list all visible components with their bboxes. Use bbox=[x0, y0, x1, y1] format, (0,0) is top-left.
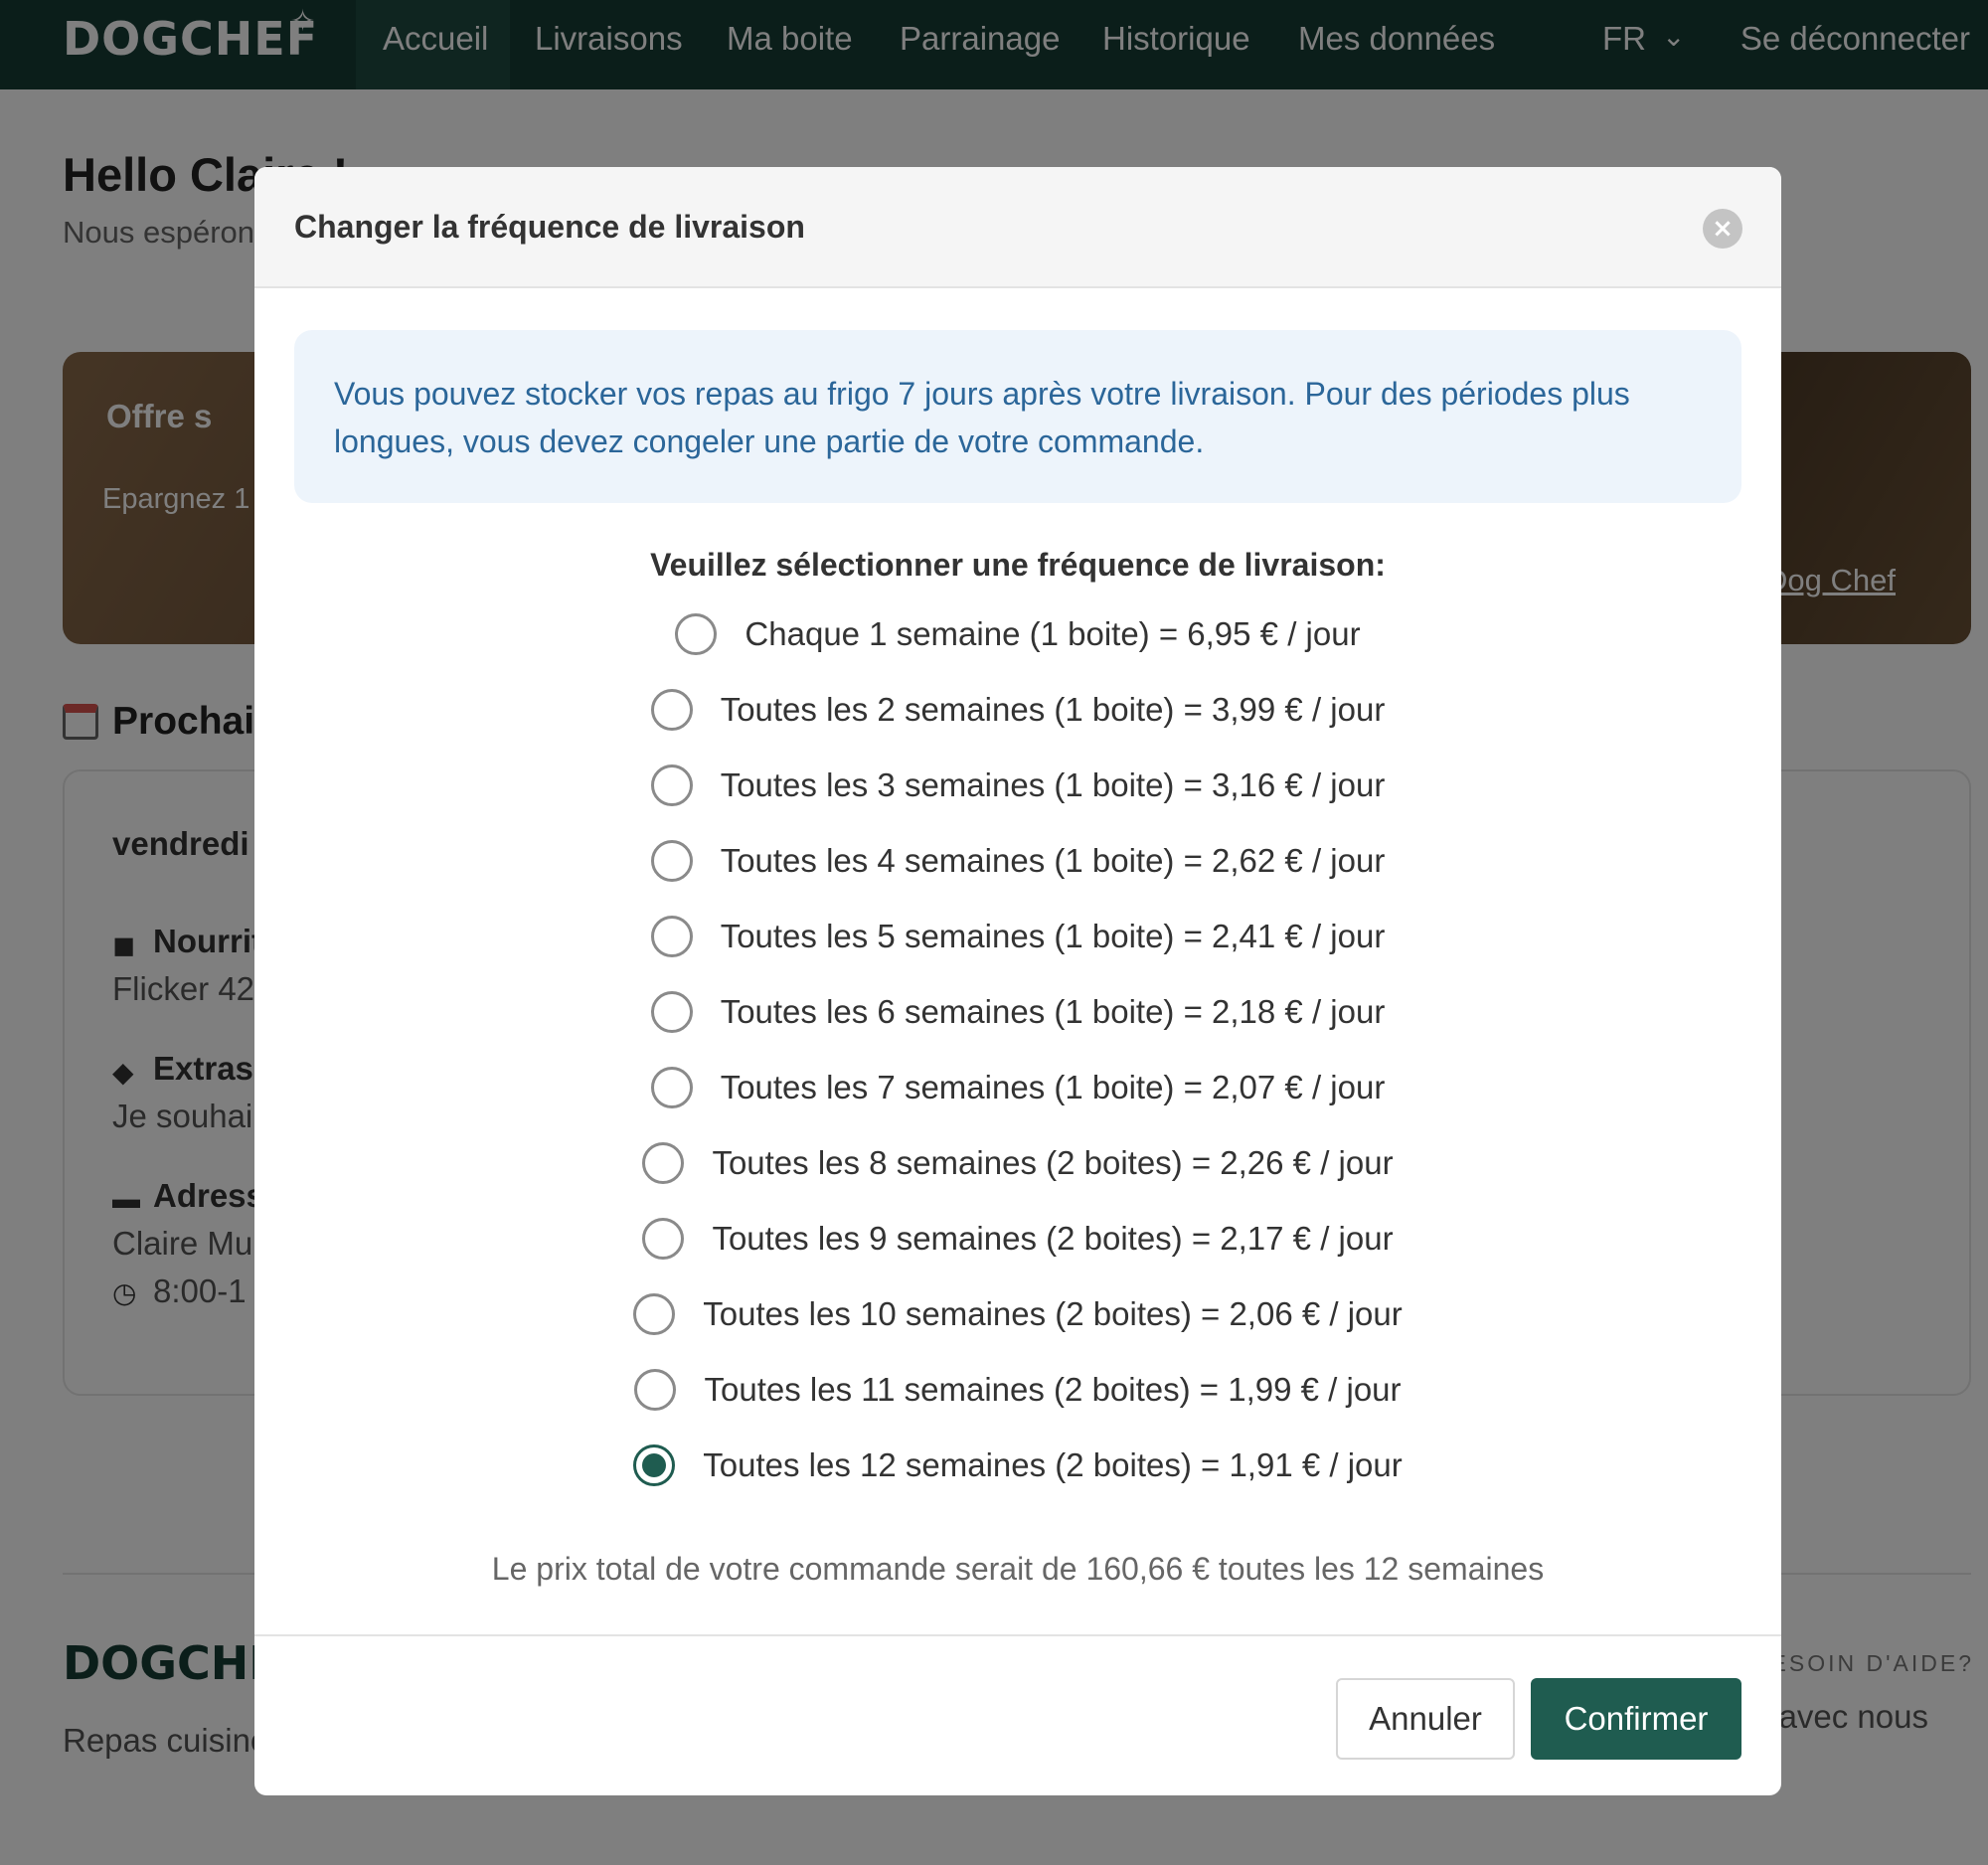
frequency-option-label[interactable]: Toutes les 2 semaines (1 boite) = 3,99 €… bbox=[721, 691, 1386, 729]
frequency-option-label[interactable]: Toutes les 6 semaines (1 boite) = 2,18 €… bbox=[721, 993, 1386, 1031]
frequency-option[interactable]: Toutes les 6 semaines (1 boite) = 2,18 €… bbox=[254, 974, 1781, 1050]
frequency-prompt: Veuillez sélectionner une fréquence de l… bbox=[650, 547, 1386, 583]
radio-checked-icon[interactable] bbox=[633, 1444, 676, 1486]
radio-icon[interactable] bbox=[634, 1369, 677, 1411]
frequency-option[interactable]: Toutes les 5 semaines (1 boite) = 2,41 €… bbox=[254, 899, 1781, 974]
frequency-option[interactable]: Toutes les 2 semaines (1 boite) = 3,99 €… bbox=[254, 672, 1781, 748]
radio-icon[interactable] bbox=[675, 613, 718, 655]
frequency-option[interactable]: Toutes les 3 semaines (1 boite) = 3,16 €… bbox=[254, 748, 1781, 823]
confirm-button[interactable]: Confirmer bbox=[1531, 1678, 1741, 1760]
total-price: Le prix total de votre commande serait d… bbox=[491, 1551, 1545, 1587]
radio-icon[interactable] bbox=[650, 991, 693, 1033]
modal-footer: Annuler Confirmer bbox=[254, 1634, 1781, 1795]
frequency-option[interactable]: Toutes les 10 semaines (2 boites) = 2,06… bbox=[254, 1276, 1781, 1352]
radio-icon[interactable] bbox=[633, 1293, 676, 1335]
modal-title: Changer la fréquence de livraison bbox=[294, 209, 805, 245]
frequency-option-label[interactable]: Toutes les 11 semaines (2 boites) = 1,99… bbox=[704, 1371, 1401, 1409]
frequency-option-label[interactable]: Toutes les 7 semaines (1 boite) = 2,07 €… bbox=[721, 1069, 1386, 1106]
radio-icon[interactable] bbox=[642, 1218, 685, 1260]
radio-icon[interactable] bbox=[650, 689, 693, 731]
close-icon[interactable]: × bbox=[1703, 209, 1742, 249]
radio-icon[interactable] bbox=[650, 764, 693, 806]
frequency-option-label[interactable]: Toutes les 8 semaines (2 boites) = 2,26 … bbox=[712, 1144, 1393, 1182]
frequency-option[interactable]: Toutes les 11 semaines (2 boites) = 1,99… bbox=[254, 1352, 1781, 1428]
frequency-option[interactable]: Toutes les 12 semaines (2 boites) = 1,91… bbox=[254, 1428, 1781, 1503]
frequency-option-label[interactable]: Toutes les 5 semaines (1 boite) = 2,41 €… bbox=[721, 918, 1386, 955]
frequency-option-label[interactable]: Toutes les 9 semaines (2 boites) = 2,17 … bbox=[712, 1220, 1393, 1258]
radio-icon[interactable] bbox=[650, 916, 693, 957]
frequency-option[interactable]: Toutes les 4 semaines (1 boite) = 2,62 €… bbox=[254, 823, 1781, 899]
frequency-modal: Changer la fréquence de livraison × Vous… bbox=[254, 167, 1781, 1795]
cancel-button[interactable]: Annuler bbox=[1336, 1678, 1515, 1760]
frequency-option-label[interactable]: Toutes les 12 semaines (2 boites) = 1,91… bbox=[703, 1446, 1402, 1484]
frequency-option[interactable]: Toutes les 8 semaines (2 boites) = 2,26 … bbox=[254, 1125, 1781, 1201]
frequency-option-label[interactable]: Chaque 1 semaine (1 boite) = 6,95 € / jo… bbox=[745, 615, 1360, 653]
frequency-options: Chaque 1 semaine (1 boite) = 6,95 € / jo… bbox=[254, 596, 1781, 1503]
frequency-option[interactable]: Toutes les 7 semaines (1 boite) = 2,07 €… bbox=[254, 1050, 1781, 1125]
frequency-option[interactable]: Chaque 1 semaine (1 boite) = 6,95 € / jo… bbox=[254, 596, 1781, 672]
radio-icon[interactable] bbox=[650, 1067, 693, 1108]
frequency-option-label[interactable]: Toutes les 3 semaines (1 boite) = 3,16 €… bbox=[721, 766, 1386, 804]
radio-icon[interactable] bbox=[642, 1142, 685, 1184]
frequency-option-label[interactable]: Toutes les 10 semaines (2 boites) = 2,06… bbox=[703, 1295, 1402, 1333]
info-alert: Vous pouvez stocker vos repas au frigo 7… bbox=[294, 330, 1741, 503]
radio-icon[interactable] bbox=[650, 840, 693, 882]
modal-header: Changer la fréquence de livraison × bbox=[254, 167, 1781, 288]
frequency-option-label[interactable]: Toutes les 4 semaines (1 boite) = 2,62 €… bbox=[721, 842, 1386, 880]
frequency-option[interactable]: Toutes les 9 semaines (2 boites) = 2,17 … bbox=[254, 1201, 1781, 1276]
